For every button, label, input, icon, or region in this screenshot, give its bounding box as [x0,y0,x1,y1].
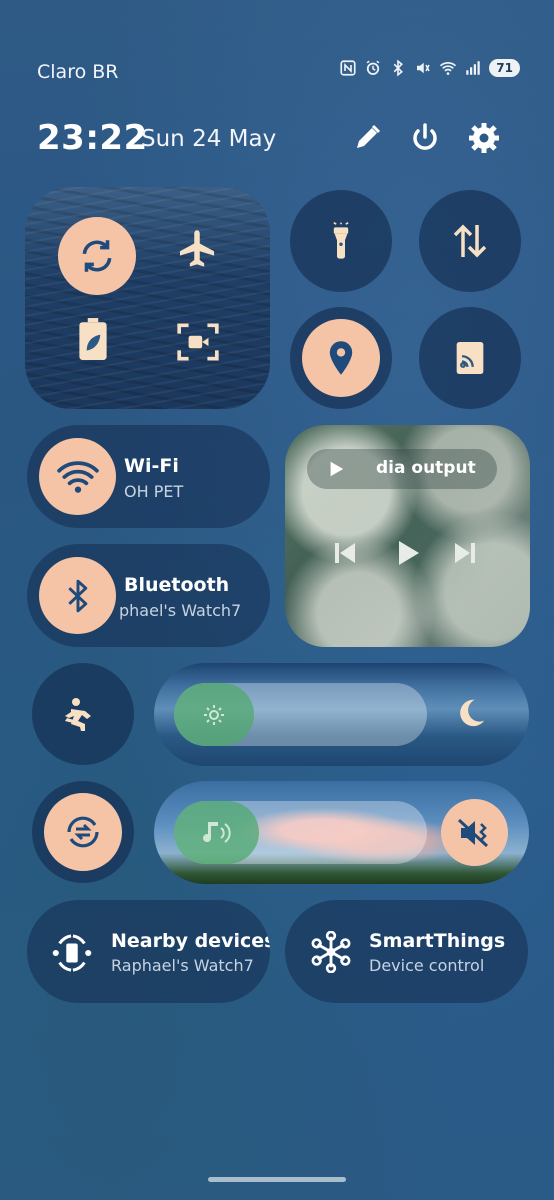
nearby-devices-icon [52,934,92,972]
carrier-name: Claro BR [37,61,119,83]
media-player[interactable]: dia output [285,425,530,647]
play-icon [399,541,419,565]
next-button[interactable] [453,541,477,567]
data-transfer-icon [453,224,487,258]
smartthings-sub: Device control [369,956,485,975]
smartthings-icon [311,931,351,973]
running-person-icon [65,698,91,731]
alarm-icon [366,60,380,75]
auto-rotate-toggle[interactable] [58,217,136,295]
skip-previous-icon [335,543,355,563]
signal-icon [466,61,481,75]
skip-next-icon [455,543,475,563]
bluetooth-toggle[interactable] [39,557,116,634]
mobile-data-toggle[interactable] [419,190,521,292]
settings-icon[interactable] [466,120,502,156]
nearby-devices-tile[interactable]: Nearby devices Raphael's Watch7 [27,900,270,1003]
clock-time: 23:22 [37,118,148,158]
power-icon[interactable] [407,120,443,156]
nearby-devices-sub: Raphael's Watch7 [111,956,254,975]
previous-button[interactable] [333,541,357,567]
sync-toggle[interactable] [32,781,134,883]
wifi-icon [440,62,457,75]
sync-icon [67,816,99,848]
volume-fill[interactable] [174,801,259,864]
screen-record-icon [177,323,219,361]
smartthings-label: SmartThings [369,930,506,952]
location-toggle[interactable] [290,307,392,409]
mute-icon [417,62,430,74]
brightness-fill[interactable] [174,683,254,746]
wifi-tile[interactable]: Wi-Fi OH PET [27,425,270,528]
cast-icon [456,342,484,374]
wifi-icon [56,460,99,493]
mute-vibrate-icon [457,818,488,847]
status-bar: Claro BR 71 [0,55,554,89]
cast-toggle[interactable] [419,307,521,409]
brightness-slider[interactable] [154,663,529,766]
bluetooth-icon [393,59,404,77]
status-icons: 71 [339,59,520,77]
volume-slider[interactable] [154,781,529,884]
nearby-devices-label: Nearby devices [111,930,270,952]
music-note-icon [202,821,231,843]
bluetooth-device-name: phael's Watch7 [119,601,242,620]
battery-level: 71 [489,59,520,77]
battery-leaf-icon [79,318,107,360]
modes-toggle[interactable] [32,663,134,765]
moon-icon [460,699,485,727]
flashlight-toggle[interactable] [290,190,392,292]
airplane-icon [179,230,215,267]
play-small-icon [330,461,344,477]
nfc-icon [340,60,356,76]
clock-date: Sun 24 May [141,126,277,152]
screen-recorder-toggle[interactable] [175,321,223,363]
bluetooth-label: Bluetooth [124,574,230,596]
media-output-label: dia output [376,458,476,478]
sound-mode-toggle[interactable] [441,799,508,866]
bluetooth-tile[interactable]: Bluetooth phael's Watch7 [27,544,270,647]
wifi-network-name: OH PET [124,482,184,501]
quick-tile-group [25,187,270,409]
play-button[interactable] [396,540,422,568]
media-output-button[interactable]: dia output [307,449,497,489]
brightness-sun-icon [204,704,224,725]
location-pin-icon [329,341,353,375]
power-saving-toggle[interactable] [77,317,117,367]
bluetooth-icon [67,579,87,612]
home-indicator[interactable] [208,1177,346,1182]
edit-icon[interactable] [349,120,385,156]
rotate-icon [82,240,112,272]
wifi-label: Wi-Fi [124,455,179,477]
airplane-toggle[interactable] [175,227,223,275]
smartthings-tile[interactable]: SmartThings Device control [285,900,528,1003]
flashlight-icon [333,222,349,259]
wifi-toggle[interactable] [39,438,116,515]
dark-mode-toggle[interactable] [454,696,490,732]
